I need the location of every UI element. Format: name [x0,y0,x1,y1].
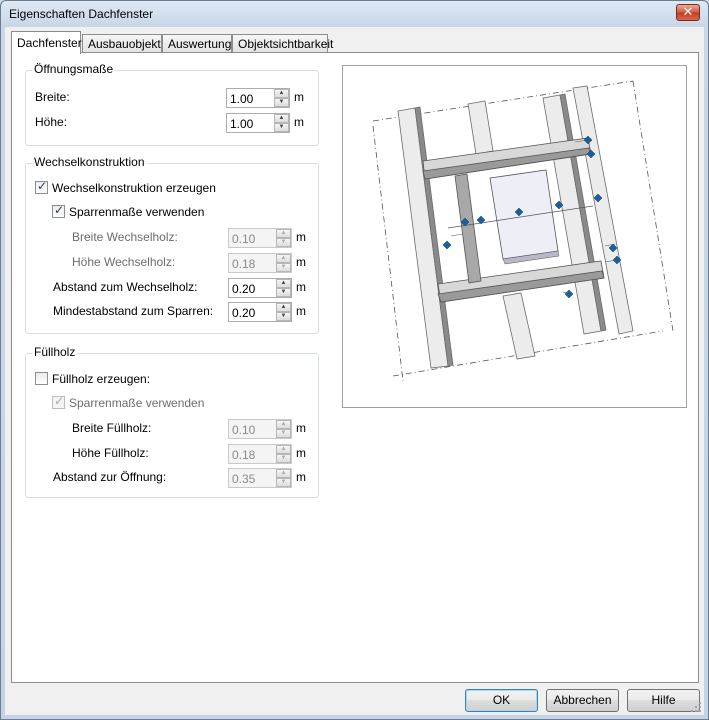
group-title: Öffnungsmaße [32,62,116,76]
cancel-button[interactable]: Abbrechen [546,689,619,712]
spin-down-icon[interactable]: ▼ [274,123,289,132]
tab-auswertung[interactable]: Auswertung [162,34,232,53]
button-label: Hilfe [651,693,676,707]
abstand-oeffnung-spinner[interactable]: 0.35 ▲ ▼ [228,468,292,488]
window-title: Eigenschaften Dachfenster [9,7,154,21]
roof-window-drawing [372,80,674,382]
hoehe-wechselholz-label: Höhe Wechselholz: [72,255,176,269]
unit-label: m [296,304,306,318]
breite-fuellholz-label: Breite Füllholz: [72,421,152,435]
spin-down-icon[interactable]: ▼ [276,238,291,247]
spin-up-icon[interactable]: ▲ [276,303,291,312]
close-button[interactable]: ✕ [676,4,700,21]
breite-spinner[interactable]: 1.00 ▲ ▼ [226,88,290,108]
unit-label: m [296,230,306,244]
wechsel-erzeugen-label: Wechselkonstruktion erzeugen [52,181,216,195]
fuell-sparren-checkbox[interactable] [52,394,65,409]
breite-label: Breite: [35,90,70,104]
abstand-oeffnung-label: Abstand zur Öffnung: [53,470,167,484]
spinner-value: 0.20 [232,282,256,296]
tab-objektsichtbarkeit[interactable]: Objektsichtbarkeit [232,34,333,53]
tab-dachfenster[interactable]: Dachfenster [11,31,82,54]
fuellholz-erzeugen-label: Füllholz erzeugen: [52,372,151,386]
unit-label: m [296,255,306,269]
fuellholz-erzeugen-checkbox[interactable] [35,372,48,385]
ok-button[interactable]: OK [465,689,538,712]
unit-label: m [294,115,304,129]
unit-label: m [296,280,306,294]
breite-wechselholz-label: Breite Wechselholz: [72,230,178,244]
tab-panel-dachfenster: Öffnungsmaße Breite: 1.00 ▲ ▼ m Höhe: 1.0… [11,52,699,683]
abstand-wechselholz-label: Abstand zum Wechselholz: [53,280,198,294]
unit-label: m [296,470,306,484]
mindestabstand-spinner[interactable]: 0.20 ▲ ▼ [228,302,292,322]
close-icon: ✕ [682,4,694,19]
tab-label: Ausbauobjekt [88,37,161,51]
spin-up-icon[interactable]: ▲ [274,89,289,98]
dialog-client: Dachfenster Ausbauobjekt Auswertung Obje… [5,27,704,715]
spinner-value: 1.00 [230,117,254,131]
spin-down-icon[interactable]: ▼ [276,263,291,272]
breite-wechselholz-spinner[interactable]: 0.10 ▲ ▼ [228,228,292,248]
roof-window-preview [342,65,687,408]
hoehe-fuellholz-label: Höhe Füllholz: [72,446,149,460]
abstand-wechselholz-spinner[interactable]: 0.20 ▲ ▼ [228,278,292,298]
spin-down-icon[interactable]: ▼ [274,98,289,107]
resize-grip-icon[interactable] [690,701,702,713]
spin-down-icon[interactable]: ▼ [276,454,291,463]
spin-up-icon[interactable]: ▲ [274,114,289,123]
fuell-sparren-label: Sparrenmaße verwenden [69,396,205,410]
spin-up-icon[interactable]: ▲ [276,254,291,263]
tab-label: Objektsichtbarkeit [238,37,334,51]
spinner-value: 0.18 [232,257,256,271]
tab-label: Auswertung [168,37,232,51]
spinner-value: 0.18 [232,448,256,462]
spin-down-icon[interactable]: ▼ [276,312,291,321]
spin-up-icon[interactable]: ▲ [276,469,291,478]
wechsel-erzeugen-checkbox[interactable] [35,179,48,194]
spin-up-icon[interactable]: ▲ [276,445,291,454]
hoehe-label: Höhe: [35,115,68,129]
mindestabstand-label: Mindestabstand zum Sparren: [53,304,214,318]
spin-up-icon[interactable]: ▲ [276,229,291,238]
hoehe-spinner[interactable]: 1.00 ▲ ▼ [226,113,290,133]
group-oeffnungsmasse: Öffnungsmaße Breite: 1.00 ▲ ▼ m Höhe: 1.0… [25,62,319,146]
spin-up-icon[interactable]: ▲ [276,279,291,288]
group-title: Füllholz [32,345,78,359]
wechsel-sparren-label: Sparrenmaße verwenden [69,205,205,219]
wechsel-sparren-checkbox[interactable] [52,203,65,218]
button-label: OK [492,693,511,707]
spin-down-icon[interactable]: ▼ [276,429,291,438]
spinner-value: 0.35 [232,472,256,486]
group-title: Wechselkonstruktion [32,155,147,169]
breite-fuellholz-spinner[interactable]: 0.10 ▲ ▼ [228,419,292,439]
dialog-window: Eigenschaften Dachfenster ✕ Dachfenster … [0,0,709,720]
spin-down-icon[interactable]: ▼ [276,478,291,487]
hoehe-wechselholz-spinner[interactable]: 0.18 ▲ ▼ [228,253,292,273]
spin-down-icon[interactable]: ▼ [276,288,291,297]
tab-ausbauobjekt[interactable]: Ausbauobjekt [82,34,162,53]
spin-up-icon[interactable]: ▲ [276,420,291,429]
spinner-value: 1.00 [230,92,254,106]
spinner-value: 0.10 [232,423,256,437]
title-bar[interactable]: Eigenschaften Dachfenster ✕ [1,1,708,27]
group-fuellholz: Füllholz Füllholz erzeugen: Sparrenmaße … [25,345,319,498]
spinner-value: 0.10 [232,232,256,246]
unit-label: m [296,421,306,435]
hoehe-fuellholz-spinner[interactable]: 0.18 ▲ ▼ [228,444,292,464]
group-wechselkonstruktion: Wechselkonstruktion Wechselkonstruktion … [25,155,319,334]
tab-label: Dachfenster [17,36,82,50]
unit-label: m [296,446,306,460]
spinner-value: 0.20 [232,306,256,320]
unit-label: m [294,90,304,104]
button-label: Abbrechen [553,693,612,707]
